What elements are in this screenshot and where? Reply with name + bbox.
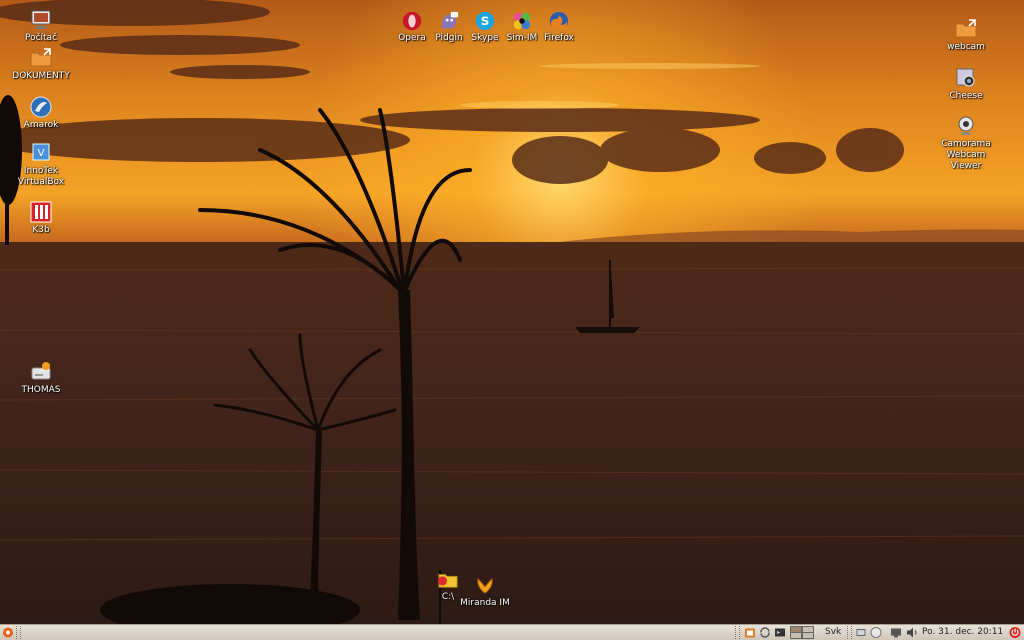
desktop-icon-webcam[interactable]: webcam: [928, 17, 1004, 53]
desktop-icon-pocitac[interactable]: Počítač: [3, 8, 79, 44]
virtualbox-icon: V: [32, 143, 50, 161]
refresh-icon[interactable]: [759, 626, 771, 639]
sim-im-icon: [513, 12, 531, 30]
desktop-icon-camorama[interactable]: Camorama Webcam Viewer: [928, 114, 1004, 172]
firefox-icon: [549, 11, 569, 31]
svg-text:S: S: [481, 14, 490, 28]
svg-text:V: V: [38, 148, 45, 159]
k3b-icon: [30, 201, 52, 223]
amarok-icon: [30, 96, 52, 118]
display-icon[interactable]: [890, 626, 902, 639]
drive-icon: [31, 362, 51, 380]
panel-grip[interactable]: [735, 626, 740, 639]
folder-link-icon: [955, 19, 977, 38]
desktop-pager-icon[interactable]: [790, 626, 814, 639]
taskbar: Svk Po. 31. dec. 20:11: [0, 624, 1024, 640]
folder-link-icon: [30, 48, 52, 67]
desktop-icon-label: DOKUMENTY: [12, 71, 70, 81]
webcam-icon: [958, 116, 974, 135]
launcher-label: Firefox: [544, 33, 574, 43]
desktop-icon-label: Počítač: [24, 33, 58, 43]
launcher-sim-im[interactable]: Sim-IM: [502, 10, 542, 44]
skype-icon: S: [475, 11, 495, 31]
desktop-wallpaper: [0, 0, 1024, 624]
desktop-icon-virtualbox[interactable]: V InnoTek VirtualBox: [3, 141, 79, 188]
power-icon[interactable]: [1009, 626, 1021, 639]
desktop-icon-miranda[interactable]: Miranda IM: [447, 573, 523, 609]
desktop-icon-label: Miranda IM: [460, 598, 510, 608]
desktop-icon-k3b[interactable]: K3b: [3, 200, 79, 236]
desktop-icon-label: webcam: [947, 42, 985, 52]
file-manager-icon[interactable]: [744, 626, 756, 639]
desktop-icon-amarok[interactable]: Amarok: [3, 95, 79, 131]
volume-icon[interactable]: [906, 626, 918, 639]
desktop-icon-thomas[interactable]: THOMAS: [3, 360, 79, 396]
desktop-icon-dokumenty[interactable]: DOKUMENTY: [3, 46, 79, 82]
panel-grip[interactable]: [847, 626, 852, 639]
miranda-icon: [477, 577, 493, 594]
launcher-label: Pidgin: [435, 33, 463, 43]
clock[interactable]: Po. 31. dec. 20:11: [922, 626, 1003, 639]
start-menu-icon[interactable]: [2, 626, 14, 639]
sunset-wallpaper-image: [0, 0, 1024, 624]
cheese-icon: [956, 68, 975, 87]
pidgin-icon: [441, 11, 459, 29]
desktop-icon-label: K3b: [32, 225, 50, 235]
chat-status-icon[interactable]: [870, 626, 882, 639]
desktop-icon-label: Cheese: [949, 91, 983, 101]
desktop-icon-label: Amarok: [23, 120, 59, 130]
desktop-icon-label: THOMAS: [21, 385, 61, 395]
desktop-icon-label: InnoTek VirtualBox: [17, 166, 65, 187]
opera-icon: [402, 11, 422, 31]
network-icon[interactable]: [855, 626, 867, 639]
keyboard-layout-indicator[interactable]: Svk: [825, 626, 841, 639]
launcher-label: Skype: [471, 33, 499, 43]
computer-icon: [31, 10, 51, 29]
launcher-firefox[interactable]: Firefox: [539, 10, 579, 44]
desktop-icon-cheese[interactable]: Cheese: [928, 66, 1004, 102]
terminal-icon[interactable]: [774, 626, 786, 639]
launcher-pidgin[interactable]: Pidgin: [429, 10, 469, 44]
launcher-skype[interactable]: S Skype: [465, 10, 505, 44]
launcher-label: Sim-IM: [506, 33, 538, 43]
desktop-icon-label: Camorama Webcam Viewer: [941, 139, 991, 171]
panel-grip[interactable]: [16, 626, 21, 639]
launcher-label: Opera: [398, 33, 426, 43]
launcher-opera[interactable]: Opera: [392, 10, 432, 44]
